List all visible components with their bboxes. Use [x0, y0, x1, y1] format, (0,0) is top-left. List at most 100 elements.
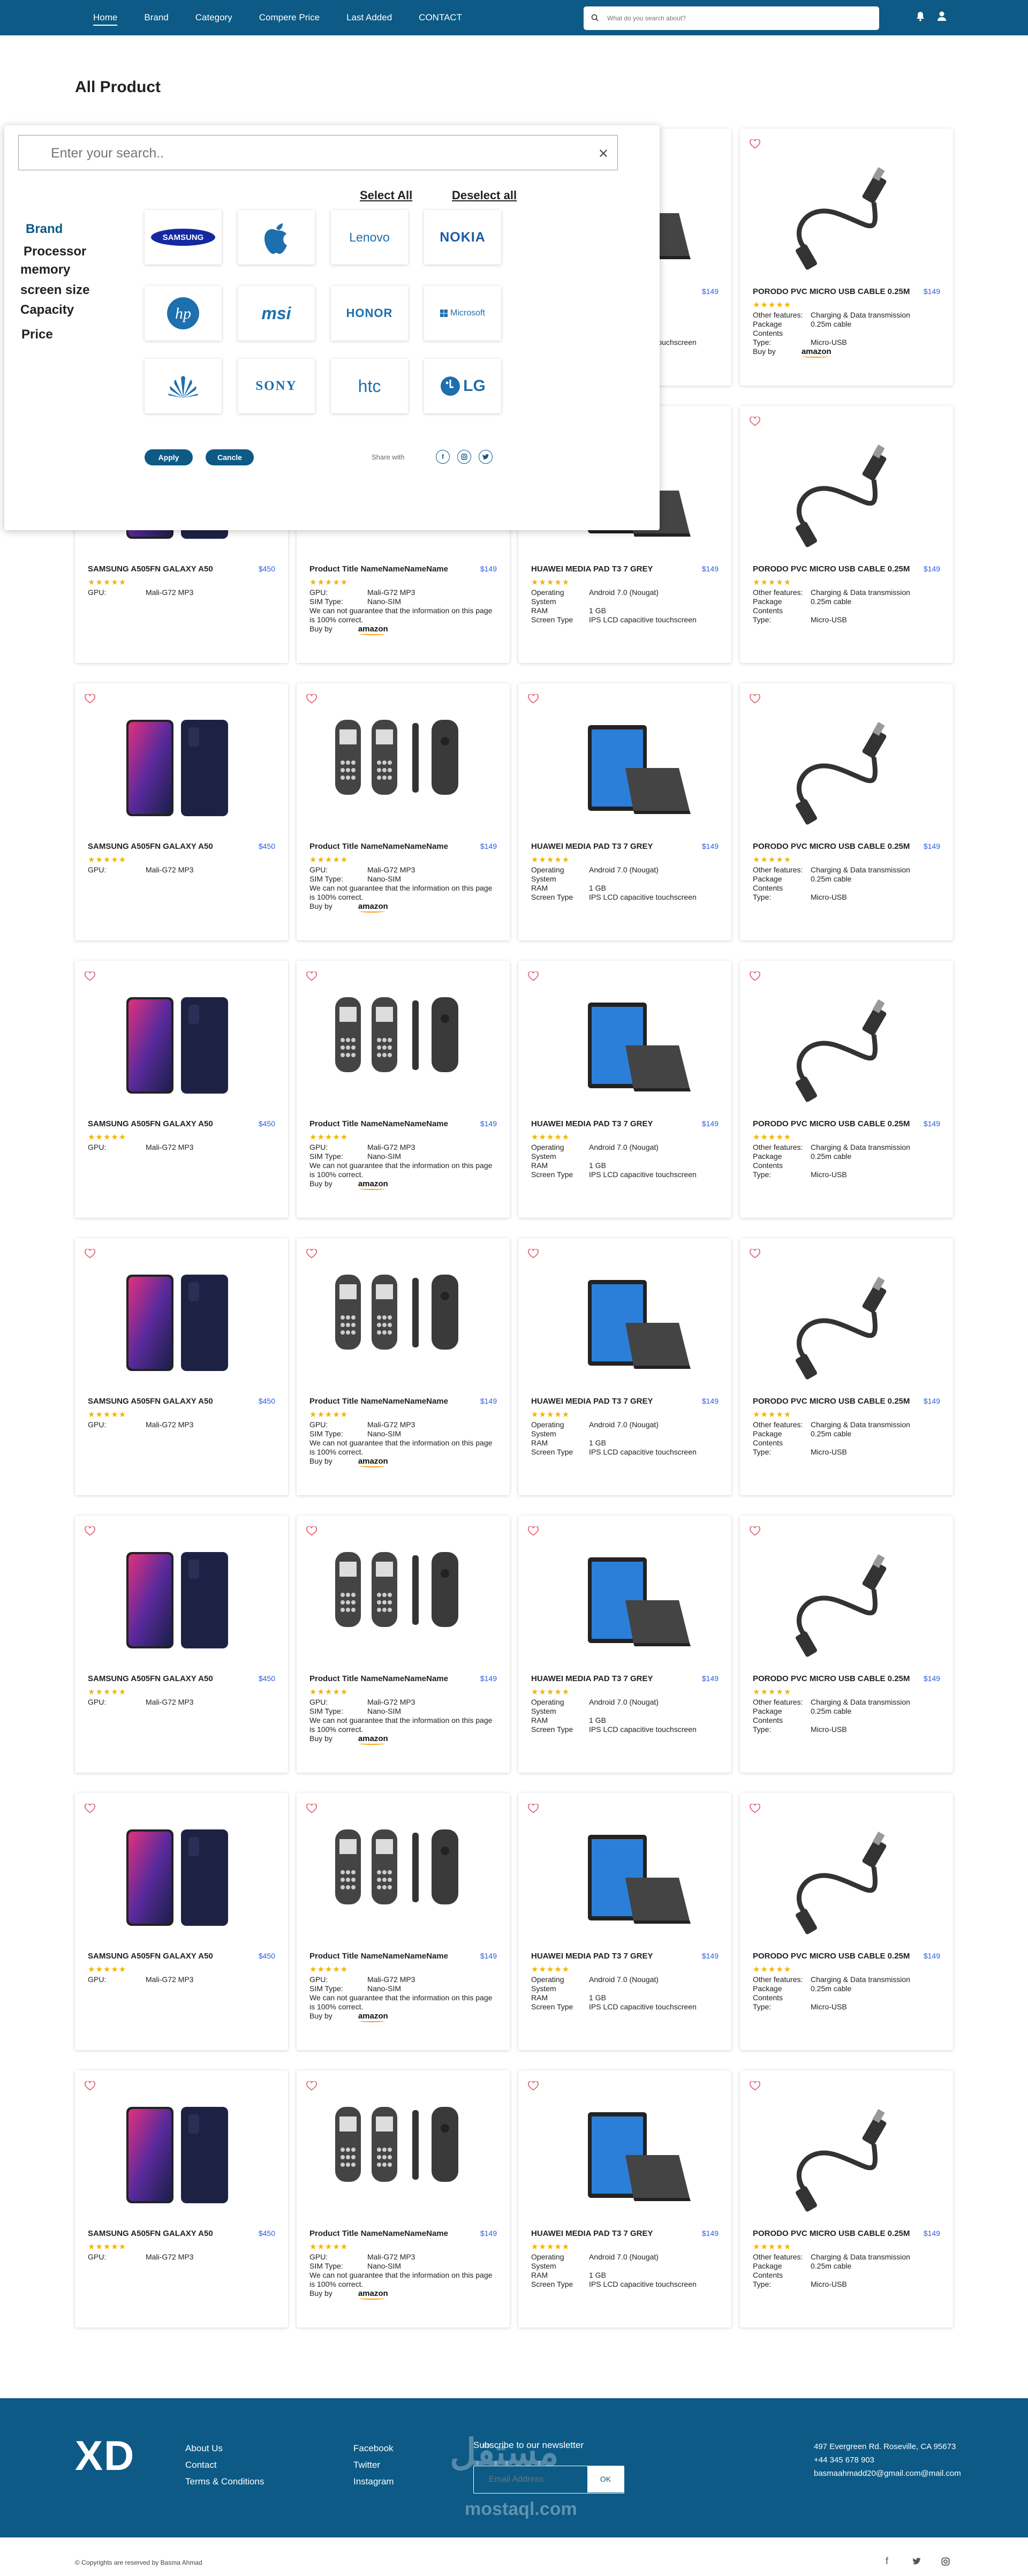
product-card[interactable]: Product Title NameNameNameName$149★★★★★G… [297, 683, 510, 940]
product-card[interactable]: SAMSUNG A505FN GALAXY A50$450★★★★★GPU:Ma… [75, 2070, 288, 2328]
filter-category-processor[interactable]: Processor [24, 240, 89, 260]
footer-instagram-icon[interactable] [941, 2557, 950, 2566]
product-card[interactable]: PORODO PVC MICRO USB CABLE 0.25M $149 ★★★★… [740, 129, 953, 386]
product-card[interactable]: HUAWEI MEDIA PAD T3 7 GREY$149★★★★★Opera… [518, 2070, 731, 2328]
filter-category-brand[interactable]: Brand [26, 219, 89, 240]
brand-huawei[interactable] [145, 359, 222, 413]
heart-icon[interactable] [528, 971, 539, 981]
product-card[interactable]: Product Title NameNameNameName$149★★★★★G… [297, 1793, 510, 2050]
newsletter-ok-button[interactable]: OK [587, 2466, 624, 2492]
product-card[interactable]: PORODO PVC MICRO USB CABLE 0.25M $149 ★★★★… [740, 2070, 953, 2328]
amazon-logo[interactable]: amazon [358, 1457, 388, 1467]
amazon-logo[interactable]: amazon [358, 624, 388, 635]
footer-contact-link[interactable]: Contact [185, 2457, 264, 2473]
footer-about-link[interactable]: About Us [185, 2440, 264, 2457]
brand-htc[interactable]: htc [331, 359, 408, 413]
heart-icon[interactable] [85, 694, 95, 704]
nav-category[interactable]: Category [195, 0, 232, 35]
product-card[interactable]: PORODO PVC MICRO USB CABLE 0.25M $149 ★★★★… [740, 1793, 953, 2050]
brand-samsung[interactable]: SAMSUNG [145, 210, 222, 265]
footer-twitter-link[interactable]: Twitter [353, 2457, 394, 2473]
filter-category-price[interactable]: Price [21, 326, 89, 347]
nav-brand[interactable]: Brand [144, 0, 168, 35]
footer-terms-link[interactable]: Terms & Conditions [185, 2473, 264, 2490]
nav-last-added[interactable]: Last Added [346, 0, 392, 35]
product-card[interactable]: PORODO PVC MICRO USB CABLE 0.25M $149 ★★★★… [740, 1238, 953, 1495]
product-card[interactable]: SAMSUNG A505FN GALAXY A50$450★★★★★GPU:Ma… [75, 1793, 288, 2050]
apply-button[interactable]: Apply [145, 449, 193, 465]
heart-icon[interactable] [85, 1526, 95, 1536]
heart-icon[interactable] [85, 971, 95, 981]
heart-icon[interactable] [528, 694, 539, 704]
footer-facebook-link[interactable]: Facebook [353, 2440, 394, 2457]
cancel-button[interactable]: Cancle [206, 449, 254, 465]
nav-search-input[interactable] [607, 12, 864, 25]
product-card[interactable]: Product Title NameNameNameName$149★★★★★G… [297, 1238, 510, 1495]
brand-apple[interactable] [238, 210, 315, 265]
amazon-logo[interactable]: amazon [358, 2012, 388, 2022]
brand-nokia[interactable]: NOKIA [424, 210, 501, 265]
heart-icon[interactable] [750, 1526, 760, 1536]
product-card[interactable]: Product Title NameNameNameName$149★★★★★G… [297, 2070, 510, 2328]
amazon-logo[interactable]: amazon [802, 347, 832, 358]
facebook-icon[interactable]: f [436, 450, 450, 464]
heart-icon[interactable] [306, 694, 317, 704]
brand-lenovo[interactable]: Lenovo [331, 210, 408, 265]
filter-category-capacity[interactable]: Capacity [20, 301, 89, 326]
footer-facebook-icon[interactable]: f [886, 2556, 888, 2567]
filter-category-memory[interactable]: memory [20, 260, 89, 281]
product-card[interactable]: Product Title NameNameNameName$149★★★★★G… [297, 961, 510, 1218]
product-card[interactable]: HUAWEI MEDIA PAD T3 7 GREY$149★★★★★Opera… [518, 1793, 731, 2050]
filter-category-screen-size[interactable]: screen size [20, 281, 89, 301]
heart-icon[interactable] [750, 694, 760, 704]
heart-icon[interactable] [306, 1526, 317, 1536]
product-card[interactable]: SAMSUNG A505FN GALAXY A50$450★★★★★GPU:Ma… [75, 1516, 288, 1773]
product-card[interactable]: PORODO PVC MICRO USB CABLE 0.25M $149 ★★★★… [740, 406, 953, 663]
instagram-icon[interactable] [457, 450, 471, 464]
nav-compare-price[interactable]: Compere Price [259, 0, 320, 35]
filter-search-input[interactable] [51, 146, 533, 160]
heart-icon[interactable] [528, 1804, 539, 1813]
heart-icon[interactable] [528, 2081, 539, 2091]
brand-lg[interactable]: LG [424, 359, 501, 413]
amazon-logo[interactable]: amazon [358, 2289, 388, 2300]
brand-honor[interactable]: HONOR [331, 286, 408, 341]
product-card[interactable]: HUAWEI MEDIA PAD T3 7 GREY$149★★★★★Opera… [518, 961, 731, 1218]
product-card[interactable]: SAMSUNG A505FN GALAXY A50$450★★★★★GPU:Ma… [75, 683, 288, 940]
deselect-all-link[interactable]: Deselect all [452, 189, 517, 202]
heart-icon[interactable] [306, 971, 317, 981]
heart-icon[interactable] [85, 2081, 95, 2091]
product-card[interactable]: SAMSUNG A505FN GALAXY A50$450★★★★★GPU:Ma… [75, 961, 288, 1218]
filter-search-box[interactable]: ✕ [18, 135, 618, 170]
product-card[interactable]: PORODO PVC MICRO USB CABLE 0.25M $149 ★★★★… [740, 1516, 953, 1773]
nav-search-box[interactable] [584, 6, 879, 30]
nav-home[interactable]: Home [93, 0, 118, 35]
product-card[interactable]: HUAWEI MEDIA PAD T3 7 GREY$149★★★★★Opera… [518, 1238, 731, 1495]
product-card[interactable]: HUAWEI MEDIA PAD T3 7 GREY$149★★★★★Opera… [518, 683, 731, 940]
heart-icon[interactable] [750, 1804, 760, 1813]
brand-msi[interactable]: msi [238, 286, 315, 341]
footer-instagram-link[interactable]: Instagram [353, 2473, 394, 2490]
heart-icon[interactable] [750, 2081, 760, 2091]
close-icon[interactable]: ✕ [598, 146, 609, 162]
footer-twitter-icon[interactable] [912, 2558, 921, 2565]
heart-icon[interactable] [750, 971, 760, 981]
user-icon[interactable] [937, 11, 947, 21]
heart-icon[interactable] [306, 1804, 317, 1813]
product-card[interactable]: PORODO PVC MICRO USB CABLE 0.25M $149 ★★★★… [740, 961, 953, 1218]
heart-icon[interactable] [750, 417, 760, 426]
heart-icon[interactable] [85, 1804, 95, 1813]
twitter-icon[interactable] [479, 450, 493, 464]
amazon-logo[interactable]: amazon [358, 902, 388, 913]
heart-icon[interactable] [306, 2081, 317, 2091]
heart-icon[interactable] [528, 1249, 539, 1259]
product-card[interactable]: HUAWEI MEDIA PAD T3 7 GREY$149★★★★★Opera… [518, 1516, 731, 1773]
heart-icon[interactable] [528, 1526, 539, 1536]
nav-contact[interactable]: CONTACT [419, 0, 462, 35]
heart-icon[interactable] [750, 139, 760, 149]
amazon-logo[interactable]: amazon [358, 1179, 388, 1190]
footer-email[interactable]: basmaahmadd20@gmail.com@mail.com [814, 2467, 961, 2480]
brand-microsoft[interactable]: Microsoft [424, 286, 501, 341]
product-card[interactable]: PORODO PVC MICRO USB CABLE 0.25M $149 ★★★★… [740, 683, 953, 940]
product-card[interactable]: Product Title NameNameNameName$149★★★★★G… [297, 1516, 510, 1773]
